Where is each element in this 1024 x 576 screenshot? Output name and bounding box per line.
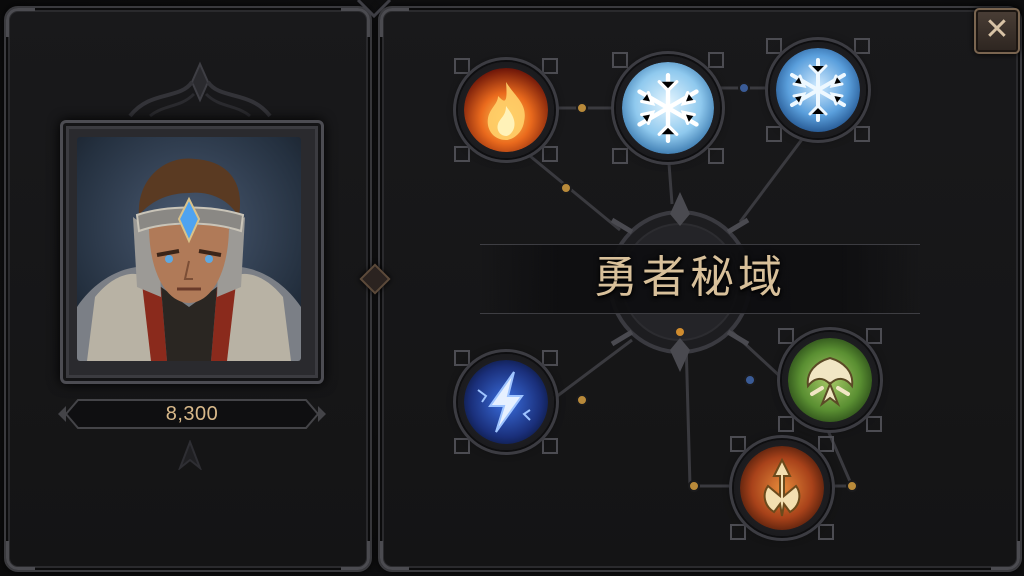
skill-node-nature[interactable] <box>778 328 882 432</box>
realm-title: 勇者秘域 <box>594 252 786 303</box>
leaf-crest-icon <box>788 338 872 422</box>
skill-node-fire[interactable] <box>454 58 558 162</box>
trident-crest-icon <box>740 446 824 530</box>
realm-title-banner: 勇者秘域 <box>480 238 920 322</box>
skill-node-frost-small[interactable] <box>766 38 870 142</box>
skill-node-lightning[interactable] <box>454 350 558 454</box>
lightning-bolt-icon <box>464 360 548 444</box>
snowflake-icon <box>622 62 714 154</box>
skill-node-might[interactable] <box>730 436 834 540</box>
close-button[interactable]: ✕ <box>974 8 1020 54</box>
close-icon: ✕ <box>984 12 1010 47</box>
snowflake-icon <box>776 48 860 132</box>
flame-icon <box>464 68 548 152</box>
skill-tree-screen: 8,300 勇者秘域 ✕ <box>0 0 1024 576</box>
skill-node-frost-large[interactable] <box>612 52 724 164</box>
